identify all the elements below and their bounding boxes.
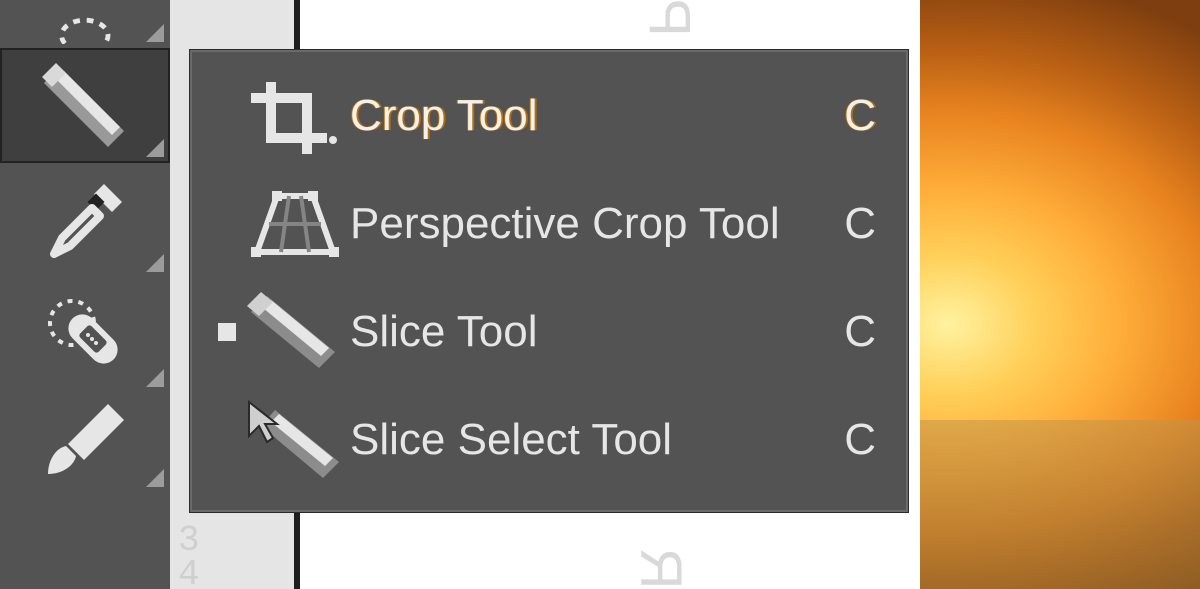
menu-item-shortcut: C	[824, 307, 876, 357]
slice-icon	[42, 63, 128, 149]
menu-item-shortcut: C	[824, 199, 876, 249]
menu-item-label: Slice Tool	[350, 307, 824, 357]
menu-item-crop-tool[interactable]: Crop Tool C	[192, 62, 906, 170]
submenu-indicator-icon	[146, 24, 164, 42]
menu-item-slice-select-tool[interactable]: Slice Select Tool C	[192, 386, 906, 494]
menu-item-slice-tool[interactable]: Slice Tool C	[192, 278, 906, 386]
tool-spot-healing-brush[interactable]	[0, 278, 170, 393]
menu-item-perspective-crop-tool[interactable]: Perspective Crop Tool C	[192, 170, 906, 278]
submenu-indicator-icon	[146, 369, 164, 387]
bandage-icon	[42, 293, 128, 379]
tool-brush[interactable]	[0, 393, 170, 493]
crop-icon	[247, 76, 343, 156]
menu-item-label: Crop Tool	[350, 91, 824, 141]
document-background	[920, 0, 1200, 589]
slice-select-icon	[247, 400, 343, 480]
crop-tool-flyout: Crop Tool C Perspective Crop Tool C	[190, 50, 908, 512]
current-tool-indicator	[214, 323, 240, 341]
watermark-letter: R	[627, 548, 694, 589]
tools-panel	[0, 0, 170, 589]
menu-item-shortcut: C	[824, 415, 876, 465]
watermark-letter: P	[636, 0, 703, 37]
slice-icon	[247, 292, 343, 372]
menu-item-label: Slice Select Tool	[350, 415, 824, 465]
menu-item-shortcut: C	[824, 91, 876, 141]
submenu-indicator-icon	[146, 254, 164, 272]
eyedropper-icon	[42, 178, 128, 264]
tool-lasso[interactable]	[0, 0, 170, 48]
lasso-icon	[56, 4, 114, 44]
tool-eyedropper[interactable]	[0, 163, 170, 278]
submenu-indicator-icon	[146, 469, 164, 487]
perspective-crop-icon	[247, 184, 343, 264]
tool-crop[interactable]	[0, 48, 170, 163]
brush-icon	[42, 400, 128, 486]
menu-item-label: Perspective Crop Tool	[350, 199, 824, 249]
ruler: 3 4	[178, 525, 202, 589]
submenu-indicator-icon	[146, 139, 164, 157]
ruler-tick: 4	[178, 559, 202, 589]
